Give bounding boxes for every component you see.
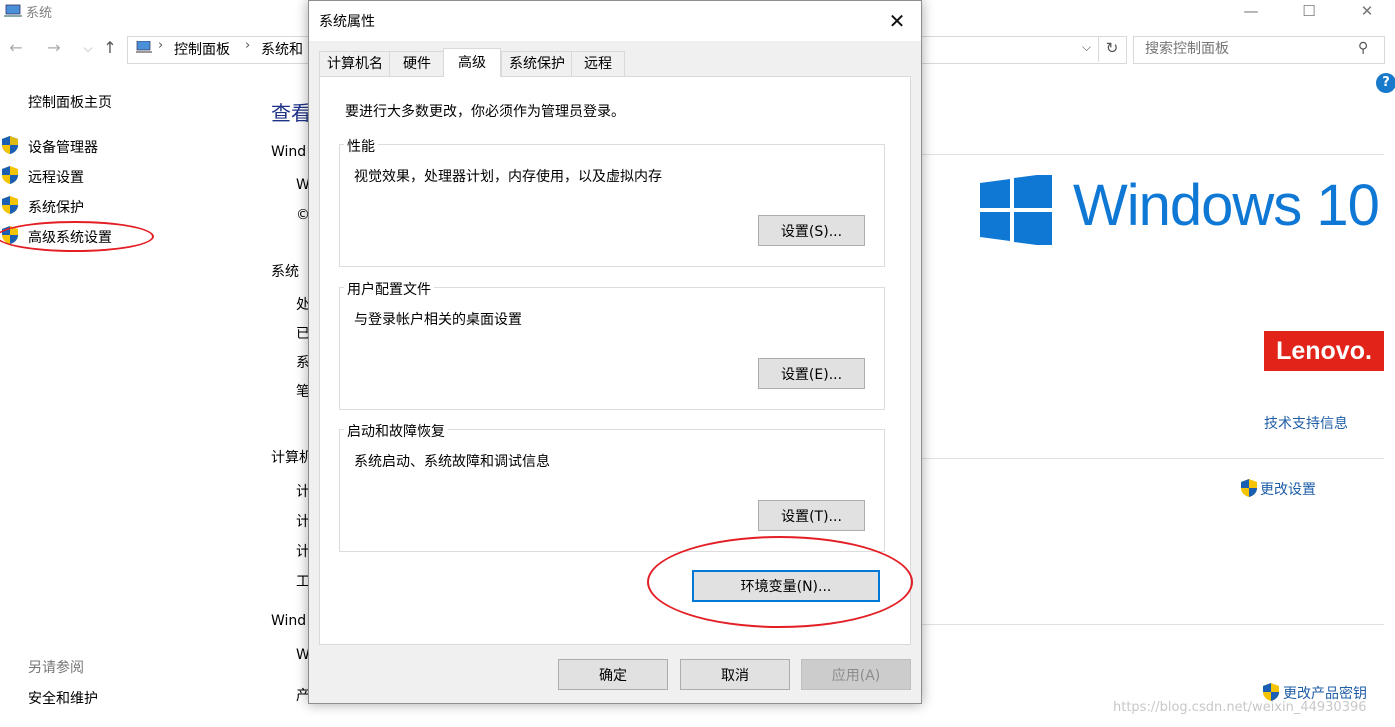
tab-remote[interactable]: 远程 <box>571 51 625 76</box>
see-also-security-maintenance-link[interactable]: 安全和维护 <box>28 688 98 708</box>
admin-note: 要进行大多数更改，你必须作为管理员登录。 <box>345 104 625 120</box>
minimize-button[interactable]: — <box>1228 0 1274 30</box>
change-settings-link[interactable]: 更改设置 <box>1260 479 1316 499</box>
sidebar-item-system-protection[interactable]: 系统保护 <box>28 197 84 217</box>
startup-recovery-settings-button[interactable]: 设置(T)... <box>758 500 865 531</box>
performance-settings-button[interactable]: 设置(S)... <box>758 215 865 246</box>
annotation-highlight-environment-variables <box>647 536 913 628</box>
uac-shield-icon <box>1263 683 1279 701</box>
close-icon[interactable]: ✕ <box>879 7 915 35</box>
annotation-highlight-advanced-settings <box>0 221 154 252</box>
breadcrumb-system-security[interactable]: 系统和 <box>261 39 303 59</box>
sidebar-item-device-manager[interactable]: 设备管理器 <box>28 137 98 157</box>
user-profiles-description: 与登录帐户相关的桌面设置 <box>354 312 522 328</box>
windows-10-wordmark: Windows 10 <box>1073 173 1380 238</box>
help-icon[interactable]: ? <box>1376 73 1395 93</box>
breadcrumb-separator: › <box>158 38 164 53</box>
section-computer-name: 计算机 <box>271 450 313 466</box>
uac-shield-icon <box>2 166 18 184</box>
uac-shield-icon <box>1241 479 1257 497</box>
divider <box>920 624 1384 625</box>
lenovo-logo: Lenovo. <box>1264 331 1384 371</box>
uac-shield-icon <box>2 136 18 154</box>
tab-system-protection[interactable]: 系统保护 <box>501 51 573 76</box>
section-system: 系统 <box>271 264 299 280</box>
breadcrumb-separator: › <box>245 38 251 53</box>
close-window-button[interactable]: ✕ <box>1344 0 1390 30</box>
user-profiles-settings-button[interactable]: 设置(E)... <box>758 358 865 389</box>
section-windows-edition: Wind <box>271 144 307 160</box>
search-icon[interactable]: ⚲ <box>1358 40 1368 56</box>
background-window-title: 系统 <box>26 6 53 21</box>
divider <box>920 458 1384 459</box>
address-dropdown-icon[interactable]: ⌵ <box>1082 40 1091 55</box>
recent-locations-button[interactable]: ⌵ <box>78 41 98 56</box>
dialog-titlebar <box>309 1 921 41</box>
tab-hardware[interactable]: 硬件 <box>389 51 445 76</box>
performance-description: 视觉效果，处理器计划，内存使用，以及虚拟内存 <box>354 169 662 185</box>
control-panel-home-link[interactable]: 控制面板主页 <box>28 92 112 112</box>
startup-recovery-title: 启动和故障恢复 <box>344 421 448 441</box>
apply-button[interactable]: 应用(A) <box>801 659 911 690</box>
user-profiles-groupbox <box>339 287 885 410</box>
startup-recovery-description: 系统启动、系统故障和调试信息 <box>354 454 550 470</box>
dialog-title: 系统属性 <box>319 14 375 30</box>
tab-computer-name[interactable]: 计算机名 <box>319 51 391 76</box>
performance-groupbox <box>339 144 885 267</box>
maximize-button[interactable]: ☐ <box>1286 0 1332 30</box>
sidebar-item-remote-settings[interactable]: 远程设置 <box>28 167 84 187</box>
windows-logo-icon <box>980 175 1052 245</box>
user-profiles-title: 用户配置文件 <box>344 279 434 299</box>
cancel-button[interactable]: 取消 <box>680 659 790 690</box>
see-also-heading: 另请参阅 <box>28 660 84 676</box>
startup-recovery-groupbox <box>339 429 885 552</box>
performance-title: 性能 <box>344 136 378 156</box>
tech-support-link[interactable]: 技术支持信息 <box>1264 413 1348 433</box>
ok-button[interactable]: 确定 <box>558 659 668 690</box>
control-panel-icon <box>136 41 152 53</box>
search-input[interactable] <box>1143 40 1347 58</box>
uac-shield-icon <box>2 196 18 214</box>
page-title: 查看 <box>271 101 311 125</box>
system-computer-icon <box>4 4 22 17</box>
refresh-icon[interactable]: ↻ <box>1098 36 1125 62</box>
up-button[interactable]: ↑ <box>100 38 120 57</box>
back-button[interactable]: ← <box>6 38 26 57</box>
watermark: https://blog.csdn.net/weixin_44930396 <box>1113 700 1367 715</box>
tab-advanced[interactable]: 高级 <box>443 48 501 77</box>
divider <box>920 154 1384 155</box>
forward-button[interactable]: → <box>44 38 64 57</box>
breadcrumb-control-panel[interactable]: 控制面板 <box>174 39 230 59</box>
section-windows-activation: Wind <box>271 613 307 629</box>
